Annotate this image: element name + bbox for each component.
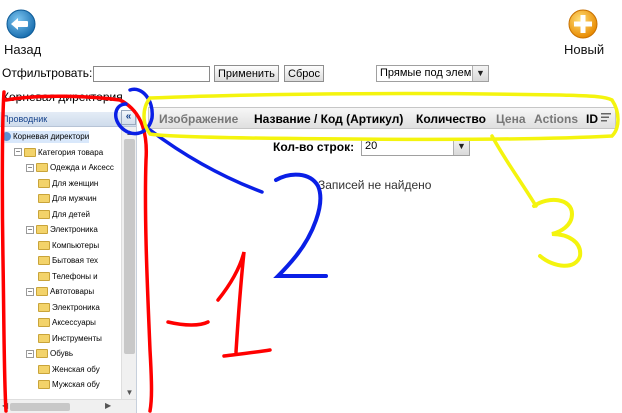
- folder-icon: [38, 271, 50, 281]
- folder-icon: [36, 349, 48, 359]
- tree-node[interactable]: Для мужчин: [38, 193, 97, 205]
- tree-node-label: Корневая директори: [13, 132, 90, 141]
- folder-icon: [38, 380, 50, 390]
- column-header-quantity[interactable]: Количество: [416, 112, 486, 126]
- chevron-down-icon[interactable]: ▼: [472, 66, 488, 81]
- scroll-left-icon[interactable]: ◀: [2, 401, 8, 410]
- tree-node-label: Обувь: [50, 349, 74, 358]
- apply-button[interactable]: Применить: [214, 65, 279, 82]
- column-header-actions[interactable]: Actions: [534, 112, 578, 126]
- home-icon: [2, 132, 11, 142]
- tree-node-label: Категория товара: [38, 147, 104, 157]
- tree-node[interactable]: Инструменты: [38, 333, 102, 345]
- tree-node[interactable]: Телефоны и: [38, 271, 98, 283]
- tree-node-label: Инструменты: [52, 333, 102, 343]
- explorer-horizontal-scrollbar[interactable]: ◀ ▶: [0, 399, 136, 413]
- column-header-price[interactable]: Цена: [496, 112, 526, 126]
- filter-input[interactable]: [93, 66, 210, 82]
- back-arrow-icon: [6, 9, 36, 39]
- tree-node[interactable]: Мужская обу: [38, 379, 100, 391]
- tree-node[interactable]: Бытовая тех: [38, 255, 98, 267]
- tree-node[interactable]: − Одежда и Аксесс: [26, 162, 114, 174]
- folder-icon: [38, 240, 50, 250]
- yellow-leader-line: [490, 134, 538, 208]
- folder-icon: [38, 333, 50, 343]
- filter-bar: Отфильтровать: Применить Сброс Прямые по…: [0, 64, 622, 84]
- grid-header: Изображение Название / Код (Артикул) Кол…: [148, 107, 616, 129]
- tree-node-label: Автотовары: [50, 287, 95, 296]
- tree-node-label: Одежда и Аксесс: [50, 163, 114, 172]
- scope-select[interactable]: Прямые под элем ▼: [376, 65, 489, 82]
- tree-node-label: Электроника: [52, 302, 100, 312]
- tree-node[interactable]: − Электроника: [26, 224, 98, 236]
- tree-expander-icon[interactable]: −: [26, 349, 34, 358]
- tree-expander-icon[interactable]: −: [14, 148, 22, 157]
- tree-node[interactable]: Аксессуары: [38, 317, 96, 329]
- yellow-number-stroke: [532, 197, 583, 268]
- folder-icon: [38, 318, 50, 328]
- tree-node[interactable]: − Автотовары: [26, 286, 94, 298]
- rows-per-page-select[interactable]: 20 ▼: [361, 138, 470, 156]
- tree-expander-icon[interactable]: −: [26, 225, 34, 234]
- filter-label: Отфильтровать:: [2, 66, 93, 80]
- tree-node[interactable]: Для детей: [38, 209, 90, 221]
- scroll-thumb[interactable]: [10, 403, 70, 411]
- tree-node-label: Для мужчин: [52, 194, 97, 203]
- rows-per-page-value: 20: [365, 140, 378, 152]
- empty-grid-message: Записей не найдено: [318, 178, 432, 192]
- scope-select-value: Прямые под элем: [380, 67, 472, 79]
- folder-icon: [38, 302, 50, 312]
- tree-node-label: Для детей: [52, 209, 90, 219]
- new-button-label[interactable]: Новый: [564, 42, 604, 57]
- breadcrumb: Корневая директория: [2, 90, 123, 104]
- column-header-image[interactable]: Изображение: [159, 112, 238, 126]
- tree-node-label: Электроника: [50, 225, 98, 234]
- column-header-id[interactable]: ID: [586, 112, 598, 126]
- scroll-thumb[interactable]: [124, 139, 135, 354]
- tree-node-label: Аксессуары: [52, 318, 96, 327]
- folder-icon: [38, 364, 50, 374]
- blue-leader-line: [148, 128, 264, 194]
- tree-node[interactable]: − Обувь: [26, 348, 73, 360]
- folder-icon: [38, 194, 50, 204]
- chevron-down-icon[interactable]: ▼: [453, 139, 469, 155]
- tree-node-label: Компьютеры: [52, 240, 100, 250]
- scroll-right-icon[interactable]: ▶: [105, 401, 111, 410]
- tree-node-label: Телефоны и: [52, 271, 98, 281]
- back-button-label[interactable]: Назад: [4, 42, 41, 57]
- tree-expander-icon[interactable]: −: [26, 287, 34, 296]
- folder-icon: [36, 163, 48, 173]
- column-header-name-code[interactable]: Название / Код (Артикул): [254, 112, 403, 126]
- tree-node[interactable]: Женская обу: [38, 364, 100, 376]
- explorer-title: Проводник: [0, 112, 136, 127]
- column-menu-icon[interactable]: [601, 112, 613, 122]
- folder-icon: [36, 225, 48, 235]
- back-button[interactable]: [6, 9, 36, 39]
- folder-icon: [24, 147, 36, 157]
- folder-icon: [36, 287, 48, 297]
- folder-icon: [38, 178, 50, 188]
- tree-node[interactable]: Компьютеры: [38, 240, 99, 252]
- explorer-panel: Проводник Корневая директори − Категория т…: [0, 112, 137, 413]
- tree-node-label: Бытовая тех: [52, 256, 99, 265]
- tree-node-label: Для женщин: [52, 178, 99, 188]
- scroll-down-icon[interactable]: ▼: [124, 388, 135, 398]
- new-button[interactable]: [568, 9, 598, 39]
- rows-per-page-label: Кол-во строк:: [273, 140, 355, 154]
- tree-node-label: Мужская обу: [52, 380, 100, 389]
- red-number-stroke: [166, 251, 272, 358]
- tree-node[interactable]: − Категория товара: [14, 147, 103, 159]
- tree-expander-icon[interactable]: −: [26, 163, 34, 172]
- tree-node[interactable]: Для женщин: [38, 178, 98, 190]
- folder-icon: [38, 209, 50, 219]
- tree-node-label: Женская обу: [52, 364, 100, 374]
- scroll-up-icon[interactable]: ▲: [124, 128, 135, 138]
- reset-button[interactable]: Сброс: [284, 65, 324, 82]
- folder-icon: [38, 256, 50, 266]
- tree-node[interactable]: Корневая директори: [2, 131, 90, 143]
- tree-node[interactable]: Электроника: [38, 302, 100, 314]
- collapse-explorer-button[interactable]: «: [121, 110, 136, 125]
- explorer-vertical-scrollbar[interactable]: ▲ ▼: [121, 127, 136, 399]
- plus-icon: [568, 9, 598, 39]
